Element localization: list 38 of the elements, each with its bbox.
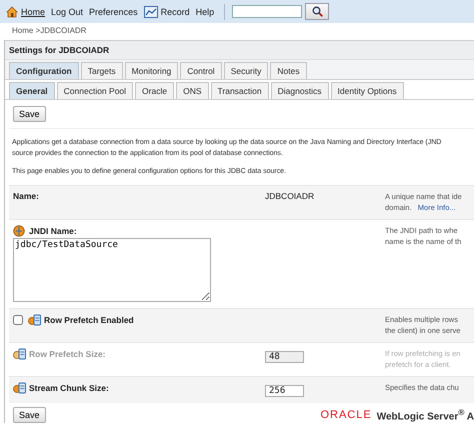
toolbar-link[interactable]: Preferences: [89, 6, 138, 16]
field-label: Row Prefetch Enabled: [44, 315, 134, 325]
search-icon: [312, 6, 323, 17]
input-field[interactable]: 256: [265, 385, 304, 397]
product-name: WebLogic Server$^{®}$ A: [376, 407, 474, 423]
tab[interactable]: Security: [224, 62, 268, 79]
tab[interactable]: Transaction: [210, 82, 269, 99]
tab[interactable]: General: [9, 82, 55, 99]
tab[interactable]: Configuration: [9, 62, 79, 79]
tab[interactable]: Targets: [80, 62, 123, 79]
toolbar-link[interactable]: Home: [21, 6, 46, 16]
panel-title: Settings for JDBCOIADR: [5, 40, 474, 60]
search-button[interactable]: [305, 3, 330, 20]
chart-icon: [144, 6, 158, 18]
save-button[interactable]: Save: [13, 407, 46, 423]
toolbar-link[interactable]: Record: [160, 6, 190, 16]
text-area[interactable]: jdbc/TestDataSource: [13, 238, 211, 302]
tab[interactable]: Control: [180, 62, 222, 79]
toolbar-link[interactable]: Log Out: [51, 6, 84, 16]
home-icon: [6, 6, 18, 18]
toolbar-link[interactable]: Help: [196, 6, 214, 16]
save-button[interactable]: Save: [13, 106, 46, 122]
search-field[interactable]: [232, 5, 302, 18]
field-value: JDBCOIADR: [265, 191, 314, 201]
tab[interactable]: ONS: [176, 82, 209, 99]
tab[interactable]: Oracle: [135, 82, 174, 99]
tab[interactable]: Identity Options: [330, 82, 404, 99]
checkbox[interactable]: [13, 315, 23, 325]
brand-logo: ORACLE: [320, 408, 372, 421]
breadcrumb: Home >JDBCOIADR: [11, 25, 88, 37]
tab[interactable]: Monitoring: [124, 62, 178, 79]
field-label: Stream Chunk Size:: [29, 383, 109, 393]
field-label: Name:: [13, 191, 39, 201]
tab[interactable]: Connection Pool: [56, 82, 134, 99]
tab[interactable]: Diagnostics: [270, 82, 329, 99]
field-label: Row Prefetch Size:: [29, 349, 106, 359]
field-label: JNDI Name:: [29, 226, 77, 236]
tab[interactable]: Notes: [270, 62, 307, 79]
